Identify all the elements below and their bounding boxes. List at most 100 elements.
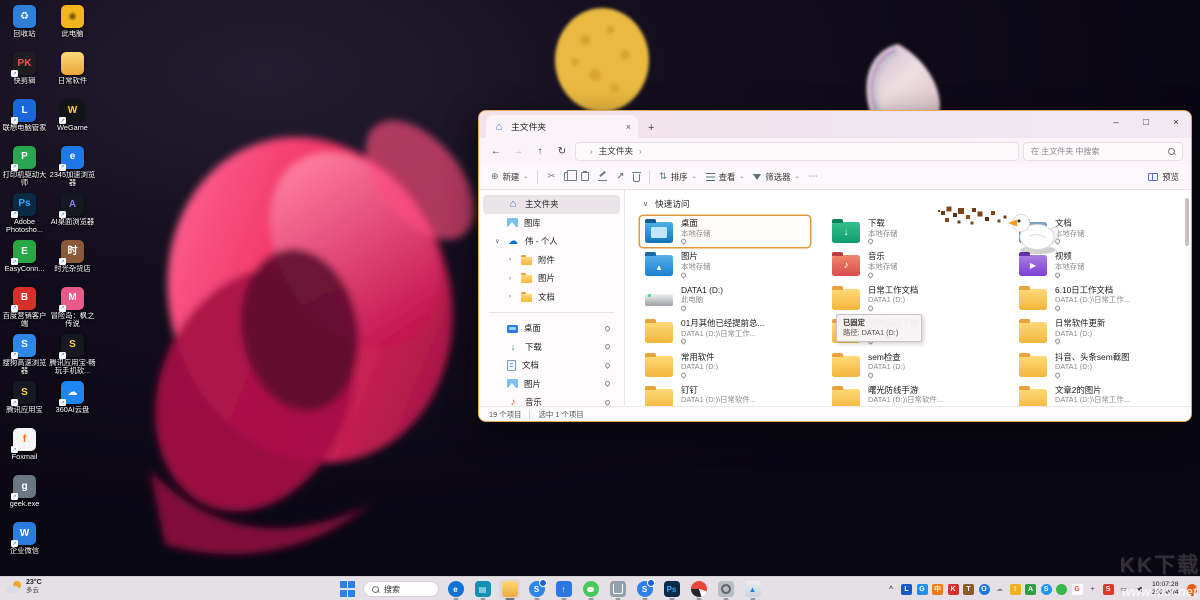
taskbar-center: 搜索 e▤S↑SPs▲ (338, 579, 763, 599)
file-item[interactable]: 桌面 本地存储 (639, 215, 811, 248)
pin-icon (680, 272, 686, 278)
desktop-icon[interactable]: f↗ Foxmail (1, 428, 48, 469)
taskbar-search[interactable]: 搜索 (363, 581, 439, 597)
desktop-icon[interactable]: ◉ 此电脑 (49, 5, 96, 46)
copy-icon[interactable] (564, 172, 572, 181)
cut-icon[interactable]: ✂ (547, 171, 555, 182)
tab-home[interactable]: 主文件夹 × (486, 115, 638, 138)
sidebar-item[interactable]: 音乐 (483, 393, 620, 406)
desktop-icon[interactable]: E↗ EasyConn... (1, 240, 48, 281)
maximize-button[interactable]: □ (1131, 111, 1161, 133)
desktop-icon[interactable]: P↗ 打印机驱动大师 (1, 146, 48, 187)
close-button[interactable]: × (1161, 111, 1191, 133)
desktop-icon[interactable]: ☁↗ 360AI云盘 (49, 381, 96, 422)
view-button[interactable]: 查看⌄ (706, 171, 745, 183)
desktop-icons-column-1: ♻ 回收站 PK↗ 快剪辑 L↗ 联想电脑管家 P↗ 打印机驱动大师 Ps↗ A… (1, 5, 48, 563)
file-item[interactable]: sem检查 DATA1 (D:) (826, 349, 998, 382)
paste-icon[interactable] (581, 172, 589, 181)
file-item[interactable]: 常用软件 DATA1 (D:) (639, 349, 811, 382)
tab-close-icon[interactable]: × (626, 122, 631, 132)
rename-icon[interactable] (598, 173, 607, 181)
back-button[interactable]: ← (487, 146, 505, 157)
filter-button[interactable]: 筛选器⌄ (753, 171, 799, 183)
preview-button[interactable]: 预览 (1148, 171, 1179, 183)
more-options-icon[interactable]: ⋯ (809, 171, 819, 182)
file-item[interactable]: 日常软件更新 DATA1 (D:) (1013, 315, 1185, 348)
shortcut-arrow-icon: ↗ (11, 540, 18, 547)
search-input[interactable]: 在 主文件夹 中搜索 (1023, 142, 1183, 161)
desktop-icon[interactable]: e↗ 2345加速浏览器 (49, 146, 96, 187)
weather-widget[interactable]: 23°C多云 (6, 579, 42, 595)
file-item[interactable]: 01月其他已经提前总... DATA1 (D:)\日常工作... (639, 315, 811, 348)
pin-icon (604, 362, 611, 369)
file-item[interactable]: 文章2的图片 DATA1 (D:)\日常工作... (1013, 382, 1185, 406)
sidebar-item[interactable]: ∨ 伟 - 个人 (483, 232, 620, 251)
sidebar-item[interactable]: 桌面 (483, 319, 620, 338)
file-item[interactable]: 6.10日工作文档 DATA1 (D:)\日常工作... (1013, 282, 1185, 315)
shortcut-arrow-icon: ↗ (11, 211, 18, 218)
desktop-icon[interactable]: S↗ 腾讯应用宝-畅玩手机软... (49, 334, 96, 375)
pin-icon (867, 272, 873, 278)
documents-icon (507, 360, 516, 371)
breadcrumb-item[interactable]: 主文件夹 (599, 145, 633, 157)
file-item[interactable]: DATA1 (D:) 此电脑 (639, 282, 811, 315)
refresh-button[interactable]: ↻ (553, 146, 571, 157)
file-item[interactable]: 下载 本地存储 (826, 215, 998, 248)
file-item[interactable]: 音乐 本地存储 (826, 248, 998, 281)
watermark-url: www.kkx.net (1122, 585, 1197, 599)
sidebar-item[interactable]: 文档 (483, 356, 620, 375)
minimize-button[interactable]: – (1101, 111, 1131, 133)
sidebar-item[interactable]: › 文档 (483, 288, 620, 307)
sidebar-item[interactable]: › 附件 (483, 251, 620, 270)
chevron-icon[interactable]: › (509, 256, 511, 263)
file-item[interactable]: 抖音、头条sem截图 DATA1 (D:) (1013, 349, 1185, 382)
desktop-icon[interactable]: S↗ 搜狗高速浏览器 (1, 334, 48, 375)
sidebar-item[interactable]: 图库 (483, 214, 620, 233)
pin-icon (604, 343, 611, 350)
up-button[interactable]: ↑ (531, 146, 549, 157)
scrollbar-thumb[interactable] (1185, 198, 1189, 246)
file-item[interactable]: 钉钉 DATA1 (D:)\日常软件... (639, 382, 811, 406)
folder-icon (645, 389, 673, 406)
chevron-icon[interactable]: › (509, 275, 511, 282)
desktop-icon[interactable]: L↗ 联想电脑管家 (1, 99, 48, 140)
new-button[interactable]: ⊕新建⌄ (491, 171, 528, 183)
delete-icon[interactable] (633, 172, 640, 182)
desktop-icon[interactable]: S↗ 腾讯应用宝 (1, 381, 48, 422)
forward-button[interactable]: → (509, 146, 527, 157)
file-item[interactable]: 日常工作文档 DATA1 (D:) (826, 282, 998, 315)
desktop-icon[interactable]: 时↗ 时光杂货店 (49, 240, 96, 281)
desktop-icon[interactable]: W↗ WeGame (49, 99, 96, 140)
desktop-icon[interactable]: A↗ AI桌面浏览器 (49, 193, 96, 234)
files-pane: ∨ 快速访问 桌面 本地存储 (625, 190, 1191, 406)
file-item[interactable]: 曙光防线手游 DATA1 (D:)\日常软件... (826, 382, 998, 406)
quick-access-header[interactable]: ∨ 快速访问 (625, 195, 1191, 212)
command-bar: ⊕新建⌄ ✂ ↗ ⇅排序⌄ 查看⌄ 筛选器⌄ ⋯ 预览 (479, 164, 1191, 190)
share-icon[interactable]: ↗ (616, 171, 624, 182)
photoshop-icon: Ps↗ (13, 193, 36, 216)
sidebar-item[interactable]: 下载 (483, 338, 620, 357)
breadcrumb[interactable]: › 主文件夹 › (575, 142, 1019, 161)
folder-icon (521, 257, 532, 265)
new-tab-button[interactable]: + (648, 122, 654, 134)
desktop-icon[interactable]: M↗ 冒险岛：枫之传说 (49, 287, 96, 328)
pin-icon (867, 305, 873, 311)
desktop-icon[interactable]: PK↗ 快剪辑 (1, 52, 48, 93)
desktop-icon[interactable]: Ps↗ Adobe Photosho... (1, 193, 48, 234)
desktop-icon[interactable]: W↗ 企业微信 (1, 522, 48, 563)
sidebar-item[interactable]: 图片 (483, 375, 620, 394)
chevron-icon[interactable]: › (509, 293, 511, 300)
divider (649, 170, 650, 184)
file-item[interactable]: 图片 本地存储 (639, 248, 811, 281)
shortcut-arrow-icon: ↗ (59, 211, 66, 218)
desktop-icon[interactable]: 日常软件 (49, 52, 96, 93)
sort-button[interactable]: ⇅排序⌄ (659, 171, 696, 183)
chevron-icon[interactable]: ∨ (495, 237, 500, 245)
pin-icon (1054, 272, 1060, 278)
desktop-icon[interactable]: B↗ 百度营销客户端 (1, 287, 48, 328)
desktop-icon[interactable]: g↗ geek.exe (1, 475, 48, 516)
sidebar-item[interactable]: › 图片 (483, 269, 620, 288)
start-button[interactable] (338, 580, 357, 599)
desktop-icon[interactable]: ♻ 回收站 (1, 5, 48, 46)
sidebar-item[interactable]: 主文件夹 (483, 195, 620, 214)
